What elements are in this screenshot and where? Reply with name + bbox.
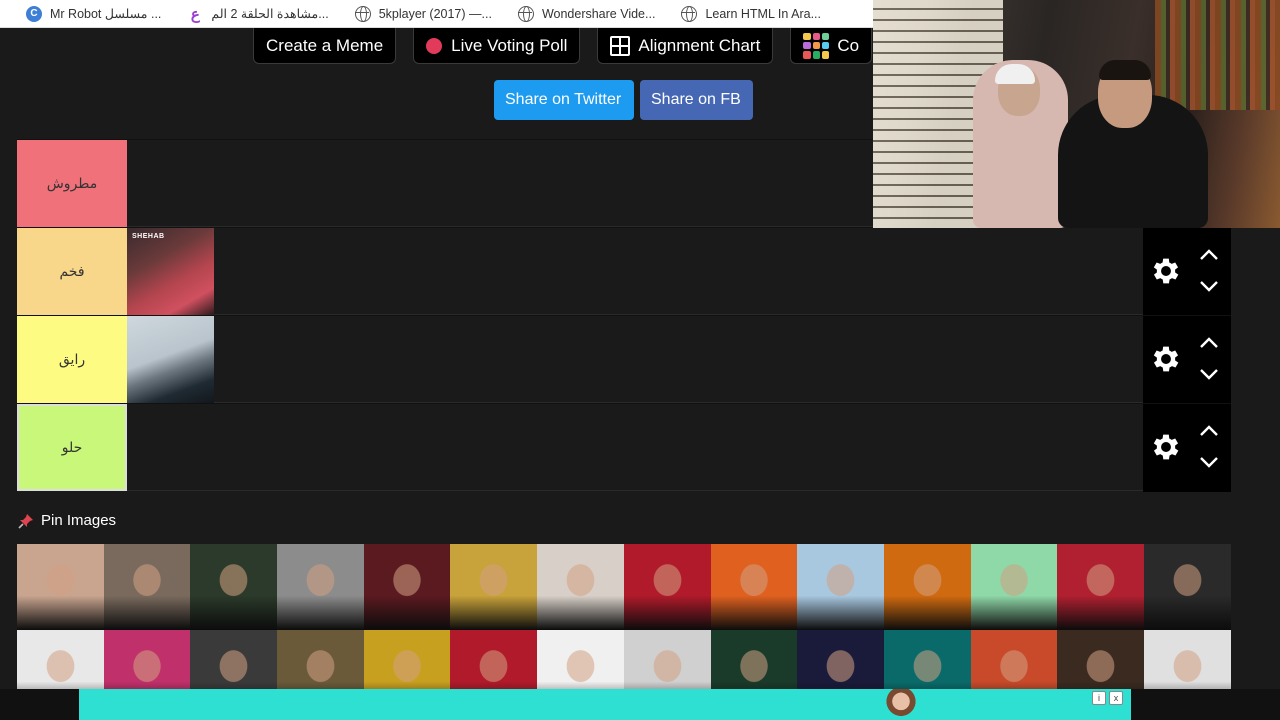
- share-twitter-label: Share on Twitter: [505, 91, 622, 108]
- gallery-thumbnail[interactable]: [277, 544, 364, 630]
- live-voting-poll-button[interactable]: Live Voting Poll: [413, 28, 581, 64]
- live-voting-label: Live Voting Poll: [451, 35, 568, 55]
- bookmark-item[interactable]: Wondershare Vide...: [517, 0, 670, 28]
- bookmark-label: Wondershare Vide...: [541, 6, 656, 21]
- c-icon: C: [26, 5, 42, 22]
- bookmark-item[interactable]: 5kplayer (2017) —...: [354, 0, 506, 28]
- person-left-cap: [995, 64, 1035, 84]
- person-right-hair: [1099, 60, 1151, 80]
- tier-controls: [1143, 404, 1231, 492]
- chevron-down-icon[interactable]: [1199, 280, 1219, 294]
- arabic-site-icon: ع: [190, 5, 200, 23]
- bookmark-label: Mr Robot مسلسل ...: [50, 7, 162, 21]
- chevron-up-icon[interactable]: [1199, 335, 1219, 349]
- artist-thumbnail[interactable]: [127, 316, 214, 403]
- create-meme-label: Create a Meme: [266, 35, 384, 55]
- gear-icon[interactable]: [1149, 430, 1183, 464]
- thumbnail-caption: SHEHAB: [132, 233, 165, 240]
- tier-label[interactable]: مطروش: [17, 140, 127, 227]
- tier-row: حلو: [17, 403, 1231, 492]
- ad-controls: i x: [1092, 691, 1123, 705]
- chevron-down-icon[interactable]: [1199, 368, 1219, 382]
- gallery-thumbnail[interactable]: [883, 544, 971, 630]
- pushpin-icon: [18, 513, 33, 529]
- gear-icon[interactable]: [1149, 342, 1183, 376]
- tier-controls: [1143, 316, 1231, 404]
- bookmark-label: 5kplayer (2017) —...: [378, 6, 492, 21]
- ad-person-image: [879, 689, 923, 720]
- ad-margin-right: [1131, 689, 1280, 720]
- ad-margin-left: [0, 689, 79, 720]
- gallery-thumbnail[interactable]: [623, 544, 711, 630]
- gallery-thumbnail[interactable]: [537, 544, 624, 630]
- gallery-thumbnail[interactable]: [710, 544, 798, 630]
- share-twitter-button[interactable]: Share on Twitter: [494, 80, 634, 120]
- grid-icon: [610, 35, 631, 56]
- chevron-up-icon[interactable]: [1199, 247, 1219, 261]
- globe-icon: [681, 5, 698, 22]
- gallery-thumbnail[interactable]: [190, 544, 278, 630]
- pin-images-header: Pin Images: [18, 512, 116, 529]
- wall-mosaic: [1155, 0, 1280, 110]
- share-buttons: Share on Twitter Share on FB: [494, 80, 753, 120]
- ad-close-icon[interactable]: x: [1109, 691, 1123, 705]
- share-fb-label: Share on FB: [651, 91, 741, 108]
- gallery-thumbnail[interactable]: [363, 544, 451, 630]
- color-palette-icon: [803, 32, 830, 59]
- tier-row: فخم SHEHAB: [17, 227, 1231, 316]
- gallery-thumbnail[interactable]: [103, 544, 191, 630]
- share-fb-button[interactable]: Share on FB: [640, 80, 753, 120]
- artist-thumbnail[interactable]: SHEHAB: [127, 228, 214, 315]
- tier-drop-zone[interactable]: SHEHAB: [127, 228, 1143, 315]
- bookmark-item[interactable]: Learn HTML In Ara...: [681, 0, 835, 28]
- tier-drop-zone[interactable]: [127, 404, 1143, 491]
- colors-button[interactable]: Co: [790, 28, 873, 64]
- ad-banner[interactable]: i x: [79, 689, 1131, 720]
- webcam-overlay: [873, 0, 1280, 228]
- gallery-thumbnail[interactable]: [1143, 544, 1231, 630]
- gallery-thumbnail[interactable]: [970, 544, 1058, 630]
- gallery-thumbnail[interactable]: [17, 544, 104, 630]
- tier-drop-zone[interactable]: [127, 316, 1143, 403]
- record-dot-icon: [426, 37, 443, 54]
- gallery-thumbnail[interactable]: [1057, 544, 1144, 630]
- chevron-up-icon[interactable]: [1199, 423, 1219, 437]
- chevron-down-icon[interactable]: [1199, 456, 1219, 470]
- tier-label[interactable]: حلو: [17, 404, 127, 491]
- bookmark-label: مشاهدة الحلقة 2 الم...: [211, 7, 329, 21]
- globe-icon: [354, 5, 371, 22]
- pin-images-title: Pin Images: [41, 512, 117, 529]
- bookmark-item[interactable]: ع مشاهدة الحلقة 2 الم...: [187, 0, 342, 28]
- alignment-label: Alignment Chart: [638, 35, 761, 55]
- tier-row: رايق: [17, 315, 1231, 404]
- ad-info-icon[interactable]: i: [1092, 691, 1106, 705]
- bookmark-item[interactable]: C Mr Robot مسلسل ...: [26, 0, 175, 28]
- tier-controls: [1143, 228, 1231, 316]
- tier-label[interactable]: فخم: [17, 228, 127, 315]
- globe-icon: [517, 5, 534, 22]
- gear-icon[interactable]: [1149, 254, 1183, 288]
- tier-label[interactable]: رايق: [17, 316, 127, 403]
- top-toolbar: Create a Meme Live Voting Poll Alignment…: [253, 28, 873, 64]
- colors-label: Co: [837, 35, 860, 55]
- gallery-thumbnail[interactable]: [797, 544, 884, 630]
- alignment-chart-button[interactable]: Alignment Chart: [597, 28, 774, 64]
- gallery-thumbnail[interactable]: [450, 544, 538, 630]
- create-meme-button[interactable]: Create a Meme: [253, 28, 397, 64]
- bookmark-label: Learn HTML In Ara...: [705, 6, 821, 21]
